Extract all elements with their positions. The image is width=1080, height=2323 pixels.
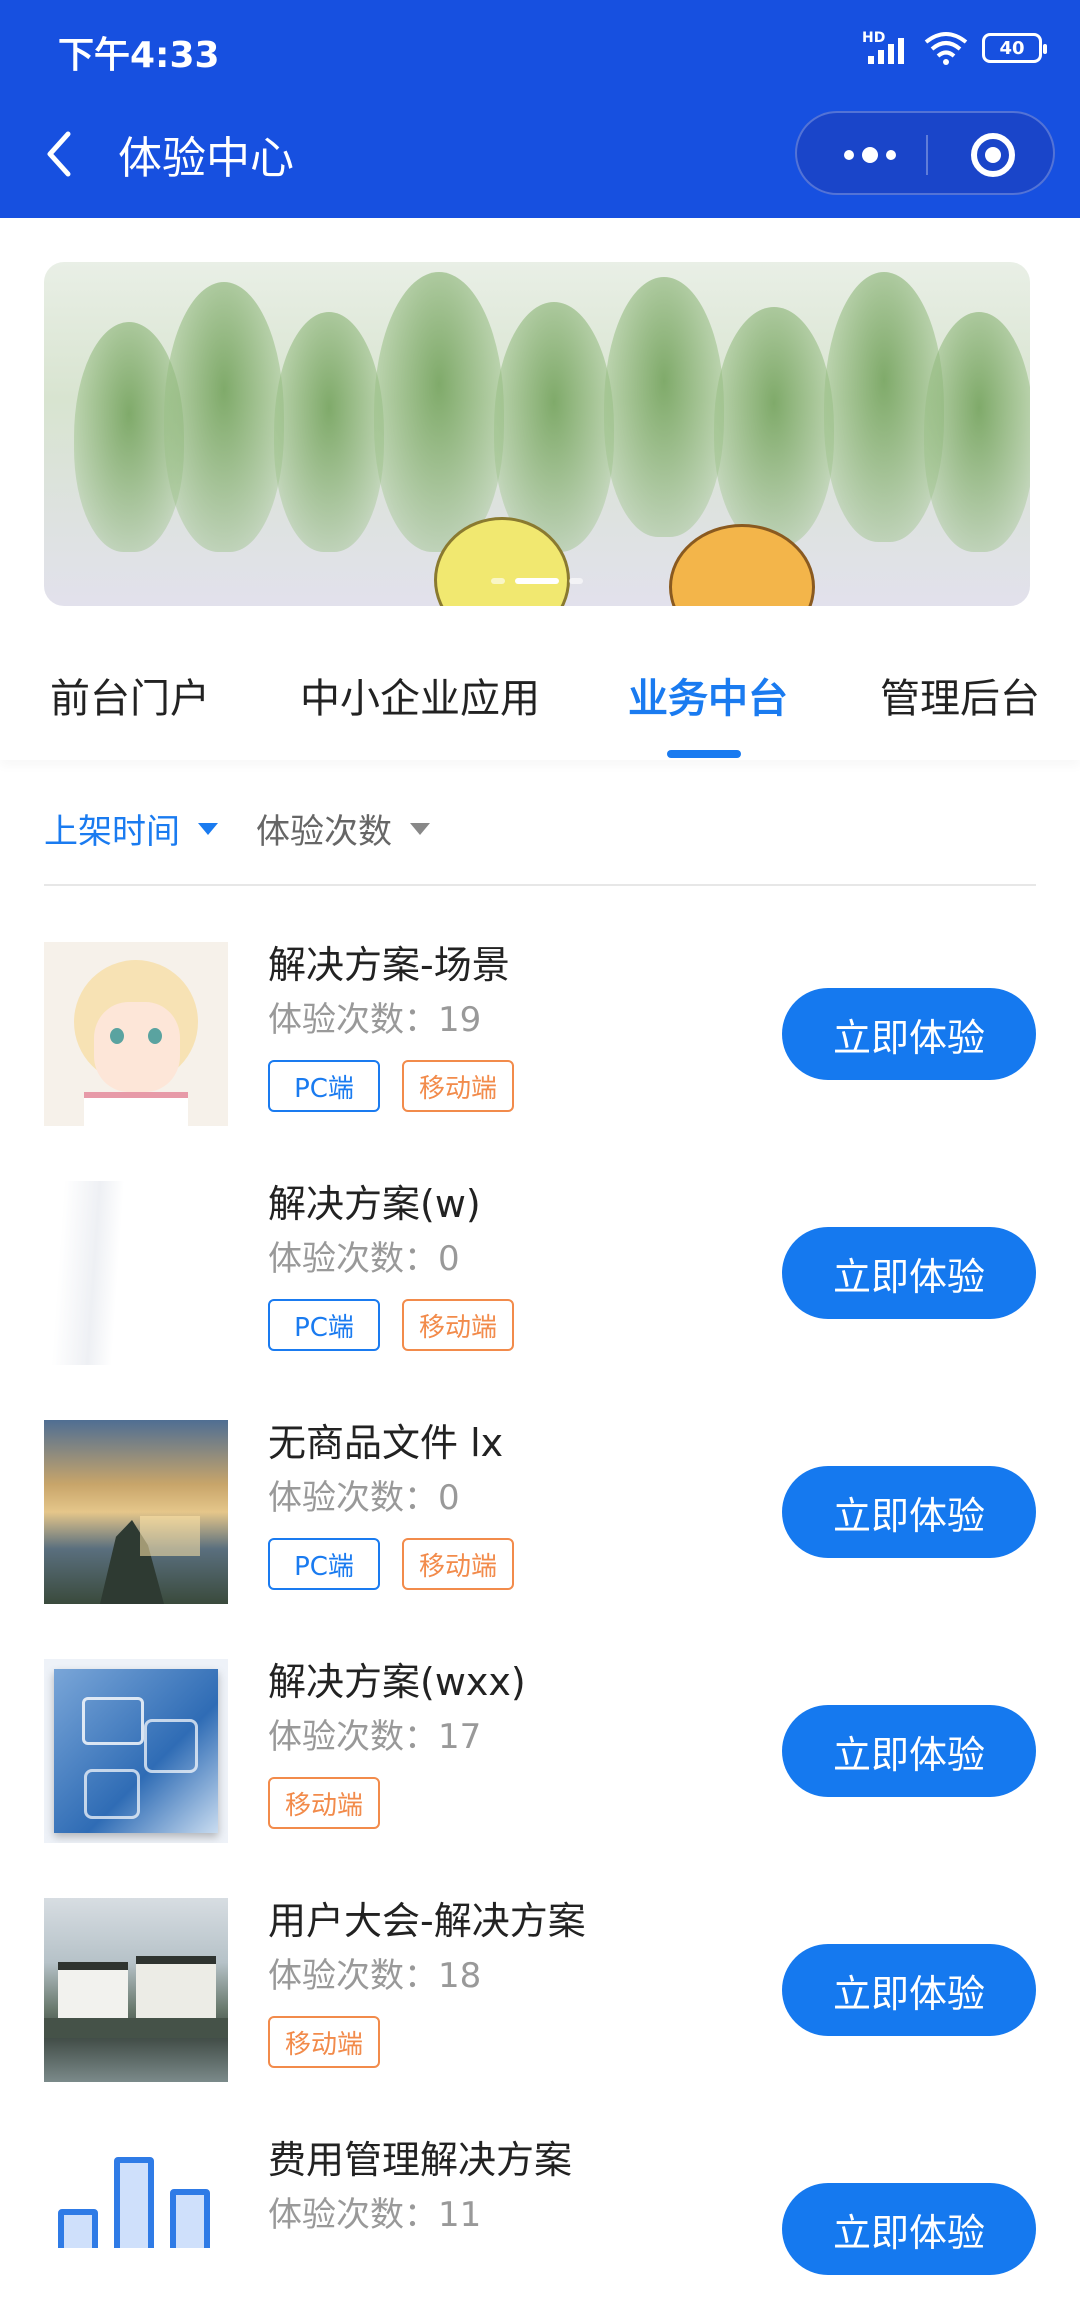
tag-mobile: 移动端 (268, 2016, 380, 2068)
item-name: 用户大会-解决方案 (268, 1899, 586, 1943)
signal-icon: HD (862, 30, 910, 66)
count-value: 0 (438, 1239, 460, 1279)
sort-by-experience-count[interactable]: 体验次数 (256, 804, 430, 853)
item-name: 费用管理解决方案 (268, 2138, 573, 2182)
tab-frontend-portal[interactable]: 前台门户 (50, 666, 210, 724)
count-label: 体验次数： (268, 1717, 438, 1757)
active-tab-indicator (667, 750, 741, 758)
tag-mobile: 移动端 (402, 1060, 514, 1112)
tag-pc: PC端 (268, 1538, 380, 1590)
tag-mobile: 移动端 (268, 1777, 380, 1829)
list-item[interactable]: 解决方案-场景 体验次数： 19 PC端 移动端 立即体验 (44, 942, 1036, 1128)
try-now-button[interactable]: 立即体验 (782, 2183, 1036, 2275)
sort-bar: 上架时间 体验次数 (44, 782, 1036, 886)
tag-pc: PC端 (268, 1060, 380, 1112)
try-now-button[interactable]: 立即体验 (782, 1944, 1036, 2036)
zelda-image (44, 1420, 228, 1604)
count-label: 体验次数： (268, 1956, 438, 1996)
count-label: 体验次数： (268, 2195, 438, 2235)
dropdown-arrow-icon (198, 822, 218, 835)
close-target-icon[interactable] (971, 133, 1015, 177)
village-image (44, 1898, 228, 2082)
tag-mobile: 移动端 (402, 1299, 514, 1351)
count-value: 18 (438, 1956, 482, 1996)
try-now-button[interactable]: 立即体验 (782, 1466, 1036, 1558)
try-now-button[interactable]: 立即体验 (782, 988, 1036, 1080)
count-value: 19 (438, 1000, 482, 1040)
count-value: 11 (438, 2195, 482, 2235)
list-item[interactable]: 费用管理解决方案 体验次数： 11 立即体验 (44, 2137, 1036, 2323)
tag-pc: PC端 (268, 1299, 380, 1351)
count-label: 体验次数： (268, 1478, 438, 1518)
battery-icon: 40 (982, 33, 1047, 63)
item-name: 解决方案-场景 (268, 943, 510, 987)
battery-level: 40 (999, 37, 1025, 59)
count-value: 17 (438, 1717, 482, 1757)
top-bar: 下午4:33 HD 40 体验中心 (0, 0, 1080, 218)
tab-business-middle[interactable]: 业务中台 (628, 666, 788, 724)
capsule-divider (926, 135, 928, 175)
status-time: 下午4:33 (58, 35, 220, 76)
list-item[interactable]: 解决方案(wxx) 体验次数： 17 移动端 立即体验 (44, 1659, 1036, 1845)
sort-label: 体验次数 (256, 812, 392, 852)
anime-girl-image (44, 942, 228, 1126)
wifi-icon (924, 32, 968, 65)
count-value: 0 (438, 1478, 460, 1518)
category-tabs: 前台门户 中小企业应用 业务中台 管理后台 (0, 622, 1080, 760)
more-dots-icon[interactable] (835, 137, 905, 173)
carousel-dots (44, 578, 1030, 584)
item-name: 无商品文件 lx (268, 1421, 504, 1465)
count-label: 体验次数： (268, 1239, 438, 1279)
list-item[interactable]: 无商品文件 lx 体验次数： 0 PC端 移动端 立即体验 (44, 1420, 1036, 1606)
list-item[interactable]: 用户大会-解决方案 体验次数： 18 移动端 立即体验 (44, 1898, 1036, 2084)
tag-mobile: 移动端 (402, 1538, 514, 1590)
try-now-button[interactable]: 立即体验 (782, 1705, 1036, 1797)
banner-carousel[interactable] (44, 262, 1030, 606)
tab-sme-apps[interactable]: 中小企业应用 (300, 666, 540, 724)
sort-label: 上架时间 (44, 812, 180, 852)
dropdown-arrow-icon (410, 822, 430, 835)
page-title: 体验中心 (118, 133, 294, 184)
back-arrow-icon[interactable] (40, 126, 80, 182)
mini-program-capsule (795, 111, 1055, 195)
hr-image (44, 1659, 228, 1843)
try-now-button[interactable]: 立即体验 (782, 1227, 1036, 1319)
list-item[interactable]: 解决方案(w) 体验次数： 0 PC端 移动端 立即体验 (44, 1181, 1036, 1367)
item-name: 解决方案(wxx) (268, 1660, 526, 1704)
sort-by-listing-time[interactable]: 上架时间 (44, 804, 218, 853)
tab-admin-backend[interactable]: 管理后台 (880, 666, 1040, 724)
blank-image (44, 1181, 228, 1365)
status-icons: HD 40 (862, 28, 1047, 68)
item-name: 解决方案(w) (268, 1182, 481, 1226)
count-label: 体验次数： (268, 1000, 438, 1040)
bar-chart-image (44, 2137, 228, 2248)
